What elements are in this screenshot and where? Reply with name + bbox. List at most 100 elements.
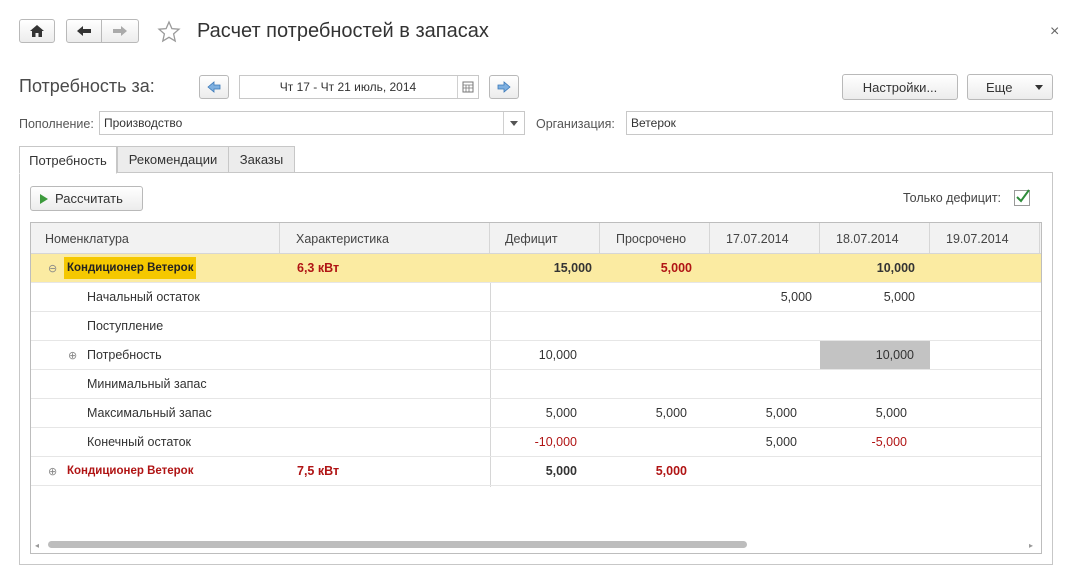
group-d18: 10,000 bbox=[876, 261, 915, 275]
calculate-button-label: Рассчитать bbox=[55, 191, 123, 206]
needs-table[interactable]: Номенклатура Характеристика Дефицит Прос… bbox=[30, 222, 1042, 554]
table-row[interactable]: ⊕ Потребность 10,000 10,000 bbox=[31, 341, 1041, 370]
chevron-down-icon bbox=[1035, 85, 1043, 90]
table-row[interactable]: Начальный остаток 5,000 5,000 bbox=[31, 283, 1041, 312]
home-icon bbox=[30, 25, 44, 37]
period-prev-button[interactable] bbox=[199, 75, 229, 99]
table-row-group[interactable]: ⊖ Кондиционер Ветерок 6,3 кВт 15,000 5,0… bbox=[31, 254, 1041, 283]
collapse-icon[interactable]: ⊖ bbox=[48, 254, 58, 282]
horizontal-scrollbar[interactable] bbox=[48, 541, 747, 548]
row-d18 bbox=[820, 370, 923, 398]
organization-value: Ветерок bbox=[631, 116, 676, 130]
chevron-down-icon bbox=[510, 120, 518, 126]
group-overdue: 5,000 bbox=[660, 261, 692, 275]
deficit-only-checkbox[interactable] bbox=[1014, 189, 1030, 206]
row-name: Конечный остаток bbox=[87, 435, 191, 449]
table-row[interactable]: Поступление bbox=[31, 312, 1041, 341]
group-overdue: 5,000 bbox=[655, 464, 687, 478]
replenishment-dropdown-button[interactable] bbox=[503, 112, 524, 134]
arrow-left-icon bbox=[77, 26, 91, 36]
group-characteristic: 7,5 кВт bbox=[297, 464, 340, 478]
period-value: Чт 17 - Чт 21 июль, 2014 bbox=[279, 80, 417, 94]
group-d17 bbox=[710, 254, 820, 282]
row-deficit: -10,000 bbox=[534, 435, 577, 449]
tab-orders[interactable]: Заказы bbox=[228, 146, 295, 173]
calendar-icon bbox=[462, 81, 474, 93]
replenishment-value: Производство bbox=[104, 116, 183, 130]
table-row[interactable]: Минимальный запас bbox=[31, 370, 1041, 399]
column-header-nomenclature[interactable]: Номенклатура bbox=[31, 223, 280, 254]
column-header-date-19[interactable]: 19.07.2014 bbox=[930, 223, 1040, 254]
arrow-right-icon bbox=[497, 81, 511, 93]
row-name: Потребность bbox=[87, 348, 162, 362]
tab-need[interactable]: Потребность bbox=[19, 146, 117, 174]
favorite-star-icon[interactable] bbox=[157, 20, 181, 47]
row-d18: -5,000 bbox=[871, 435, 907, 449]
expand-icon[interactable]: ⊕ bbox=[68, 341, 77, 369]
period-next-button[interactable] bbox=[489, 75, 519, 99]
row-d17: 5,000 bbox=[780, 290, 812, 304]
settings-button[interactable]: Настройки... bbox=[842, 74, 958, 100]
deficit-only-label: Только дефицит: bbox=[903, 191, 1002, 205]
row-overdue bbox=[600, 312, 710, 340]
row-deficit bbox=[490, 370, 600, 398]
row-d18-highlighted[interactable]: 10,000 bbox=[820, 341, 930, 369]
scroll-left-arrow[interactable]: ◂ bbox=[35, 541, 39, 550]
scroll-right-arrow[interactable]: ▸ bbox=[1029, 541, 1033, 550]
row-deficit bbox=[490, 283, 600, 311]
tab-recommendations[interactable]: Рекомендации bbox=[117, 146, 229, 173]
play-icon bbox=[40, 193, 48, 204]
row-deficit bbox=[490, 312, 600, 340]
table-row[interactable]: Конечный остаток -10,000 5,000 -5,000 bbox=[31, 428, 1041, 457]
group-deficit: 5,000 bbox=[545, 464, 577, 478]
forward-button[interactable] bbox=[101, 19, 139, 43]
column-header-characteristic[interactable]: Характеристика bbox=[280, 223, 490, 254]
row-overdue bbox=[600, 341, 710, 369]
group-name: Кондиционер Ветерок bbox=[67, 465, 194, 477]
row-overdue bbox=[600, 370, 710, 398]
row-name: Минимальный запас bbox=[87, 377, 207, 391]
column-header-date-17[interactable]: 17.07.2014 bbox=[710, 223, 820, 254]
organization-label: Организация: bbox=[536, 117, 615, 131]
arrow-left-icon bbox=[207, 81, 221, 93]
calculate-button[interactable]: Рассчитать bbox=[30, 186, 143, 211]
row-overdue bbox=[600, 428, 695, 456]
arrow-right-icon bbox=[113, 26, 127, 36]
column-header-overdue[interactable]: Просрочено bbox=[600, 223, 710, 254]
group-deficit: 15,000 bbox=[553, 261, 592, 275]
row-d17 bbox=[710, 370, 820, 398]
row-d18: 5,000 bbox=[883, 290, 915, 304]
row-deficit: 5,000 bbox=[545, 406, 577, 420]
row-name: Максимальный запас bbox=[87, 406, 212, 420]
replenishment-label: Пополнение: bbox=[19, 117, 94, 131]
row-d18: 5,000 bbox=[875, 406, 907, 420]
row-d17: 5,000 bbox=[765, 435, 797, 449]
back-button[interactable] bbox=[66, 19, 102, 43]
organization-field[interactable]: Ветерок bbox=[626, 111, 1053, 135]
replenishment-select[interactable]: Производство bbox=[99, 111, 525, 135]
row-overdue: 5,000 bbox=[655, 406, 687, 420]
row-deficit: 10,000 bbox=[538, 348, 577, 362]
table-row-group[interactable]: ⊕ Кондиционер Ветерок 7,5 кВт 5,000 5,00… bbox=[31, 457, 1041, 486]
row-d17: 5,000 bbox=[765, 406, 797, 420]
table-row[interactable]: Максимальный запас 5,000 5,000 5,000 5,0… bbox=[31, 399, 1041, 428]
more-button[interactable]: Еще bbox=[967, 74, 1053, 100]
expand-icon[interactable]: ⊕ bbox=[48, 457, 57, 485]
period-field[interactable]: Чт 17 - Чт 21 июль, 2014 bbox=[239, 75, 479, 99]
row-d17 bbox=[710, 312, 820, 340]
group-name: Кондиционер Ветерок bbox=[64, 257, 197, 279]
column-header-date-18[interactable]: 18.07.2014 bbox=[820, 223, 930, 254]
column-header-deficit[interactable]: Дефицит bbox=[490, 223, 600, 254]
table-header: Номенклатура Характеристика Дефицит Прос… bbox=[31, 223, 1041, 254]
home-button[interactable] bbox=[19, 19, 55, 43]
row-d18 bbox=[820, 312, 923, 340]
close-icon[interactable]: × bbox=[1050, 23, 1059, 41]
more-button-label: Еще bbox=[986, 79, 1013, 95]
calendar-button[interactable] bbox=[457, 76, 478, 98]
row-name: Начальный остаток bbox=[87, 290, 200, 304]
checkmark-icon bbox=[1016, 189, 1030, 203]
row-name: Поступление bbox=[87, 319, 164, 333]
period-label: Потребность за: bbox=[19, 76, 155, 96]
row-d17 bbox=[710, 341, 820, 369]
page-title: Расчет потребностей в запасах bbox=[197, 20, 489, 42]
